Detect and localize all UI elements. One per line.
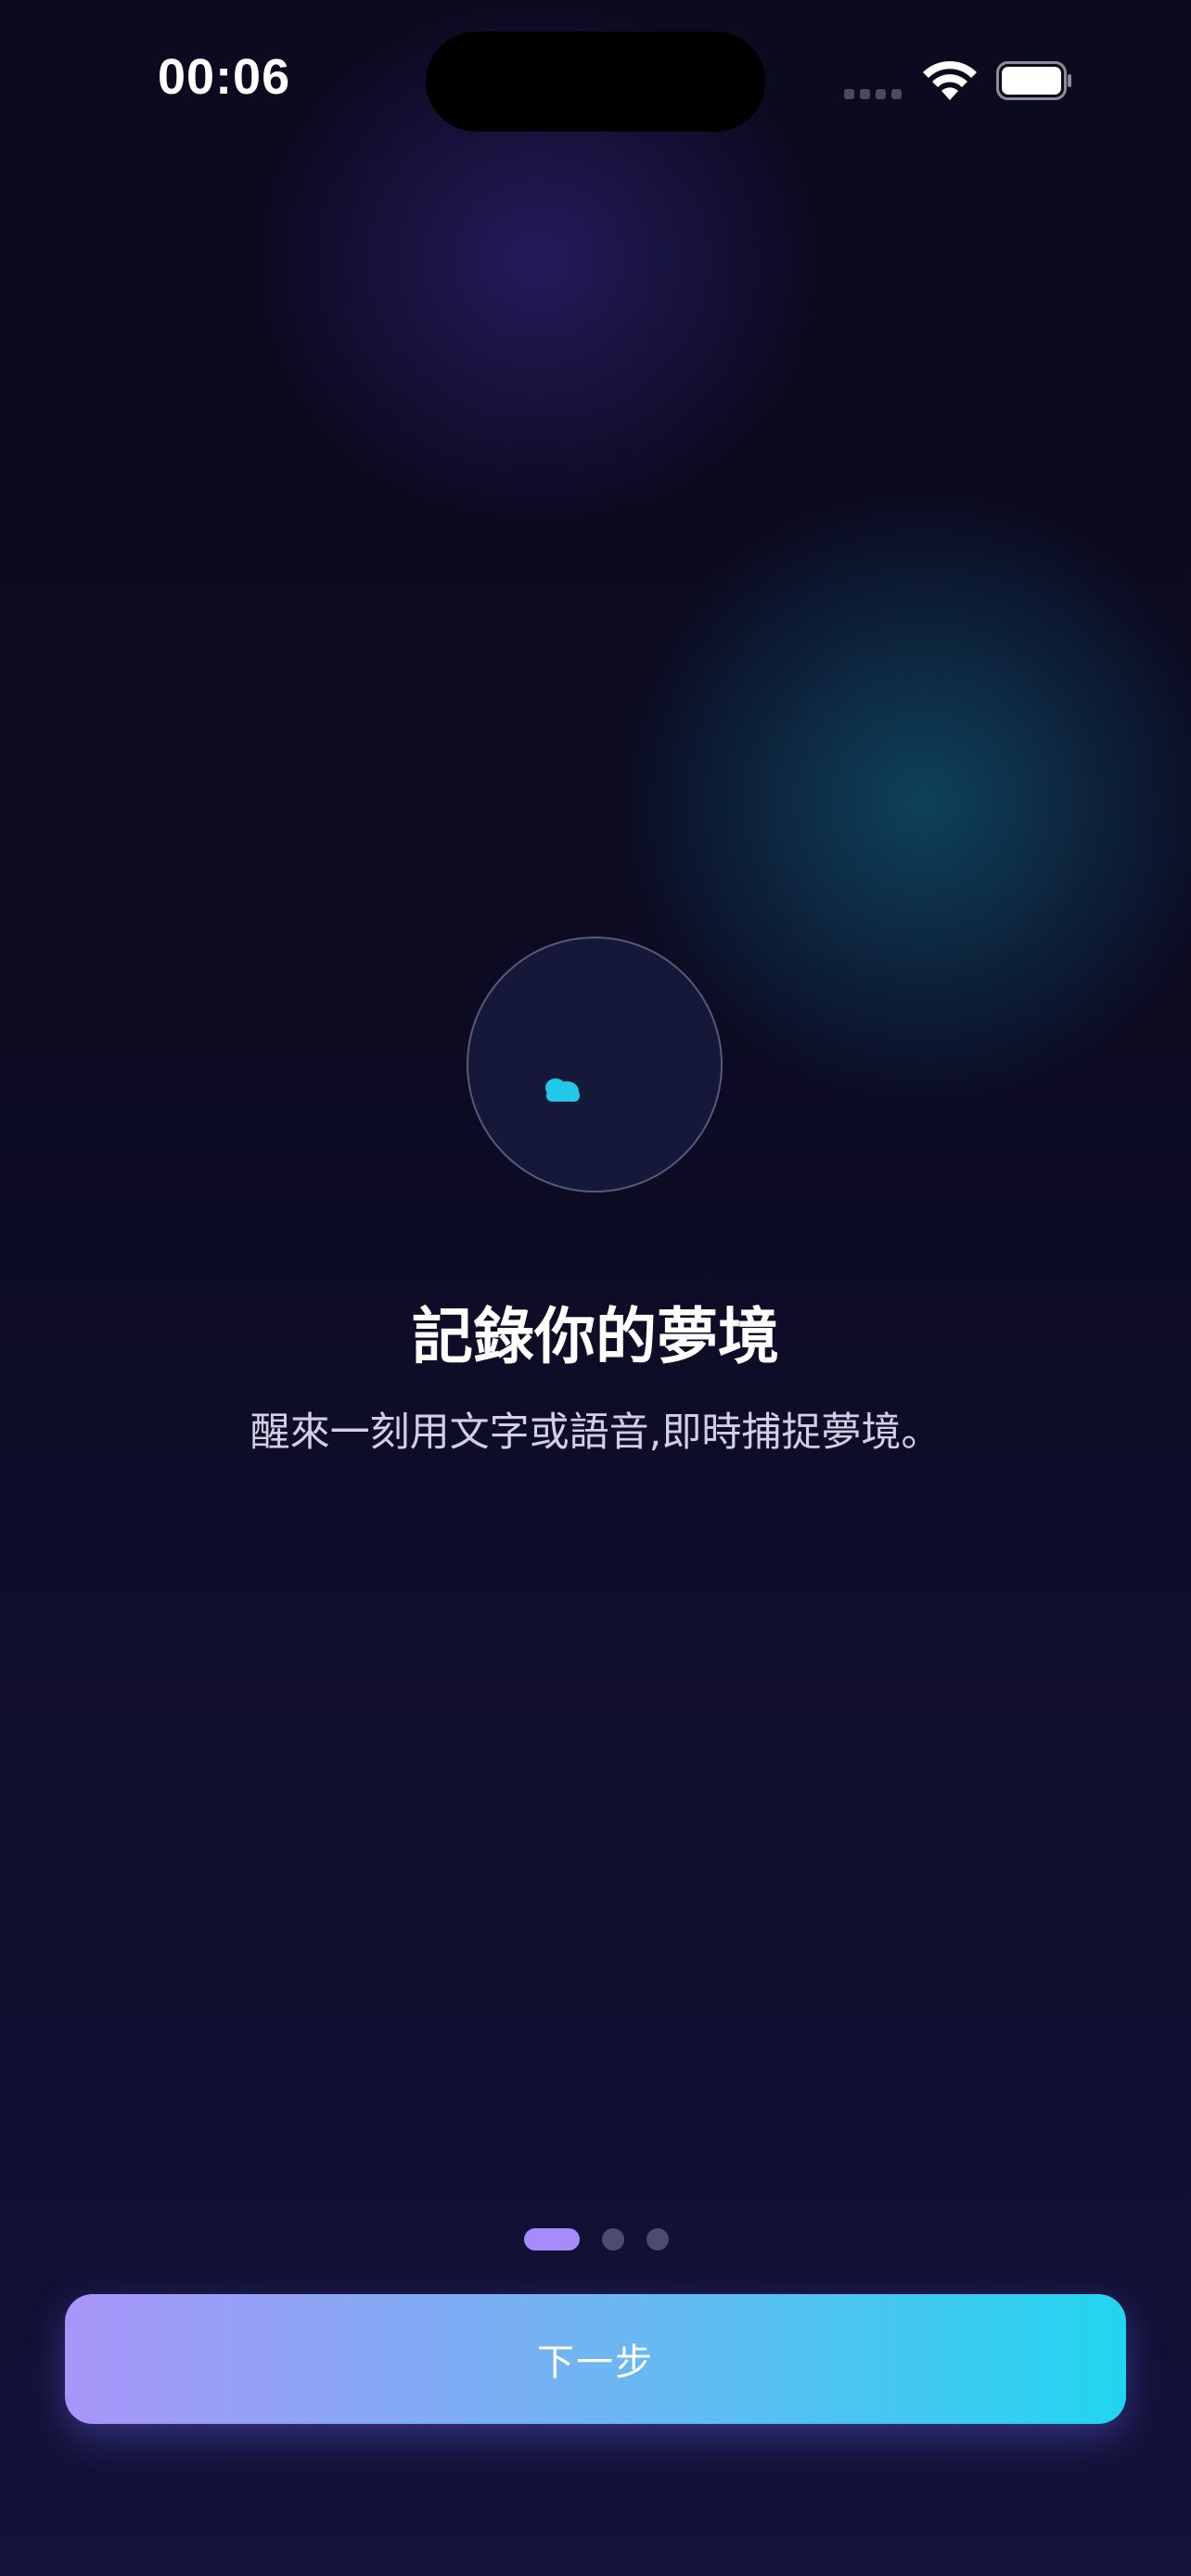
page-dot bbox=[602, 2228, 624, 2251]
dynamic-island bbox=[426, 32, 765, 132]
page-dot-active bbox=[524, 2228, 580, 2251]
onboarding-screen: 00:06 記錄你的夢境 醒來一刻用文字或語音,即時捕捉夢境。 下一步 bbox=[0, 0, 1191, 2576]
status-time: 00:06 bbox=[158, 49, 291, 105]
page-dot bbox=[647, 2228, 669, 2251]
wifi-icon bbox=[923, 60, 977, 100]
next-button-label: 下一步 bbox=[537, 2341, 654, 2384]
page-title: 記錄你的夢境 bbox=[412, 1301, 779, 1372]
next-button[interactable]: 下一步 bbox=[65, 2294, 1126, 2424]
cellular-signal-icon bbox=[844, 89, 902, 99]
page-indicator bbox=[524, 2228, 669, 2251]
battery-icon bbox=[996, 61, 1071, 100]
page-subtitle: 醒來一刻用文字或語音,即時捕捉夢境。 bbox=[250, 1409, 941, 1456]
moon-cloud-icon bbox=[545, 1019, 634, 1112]
